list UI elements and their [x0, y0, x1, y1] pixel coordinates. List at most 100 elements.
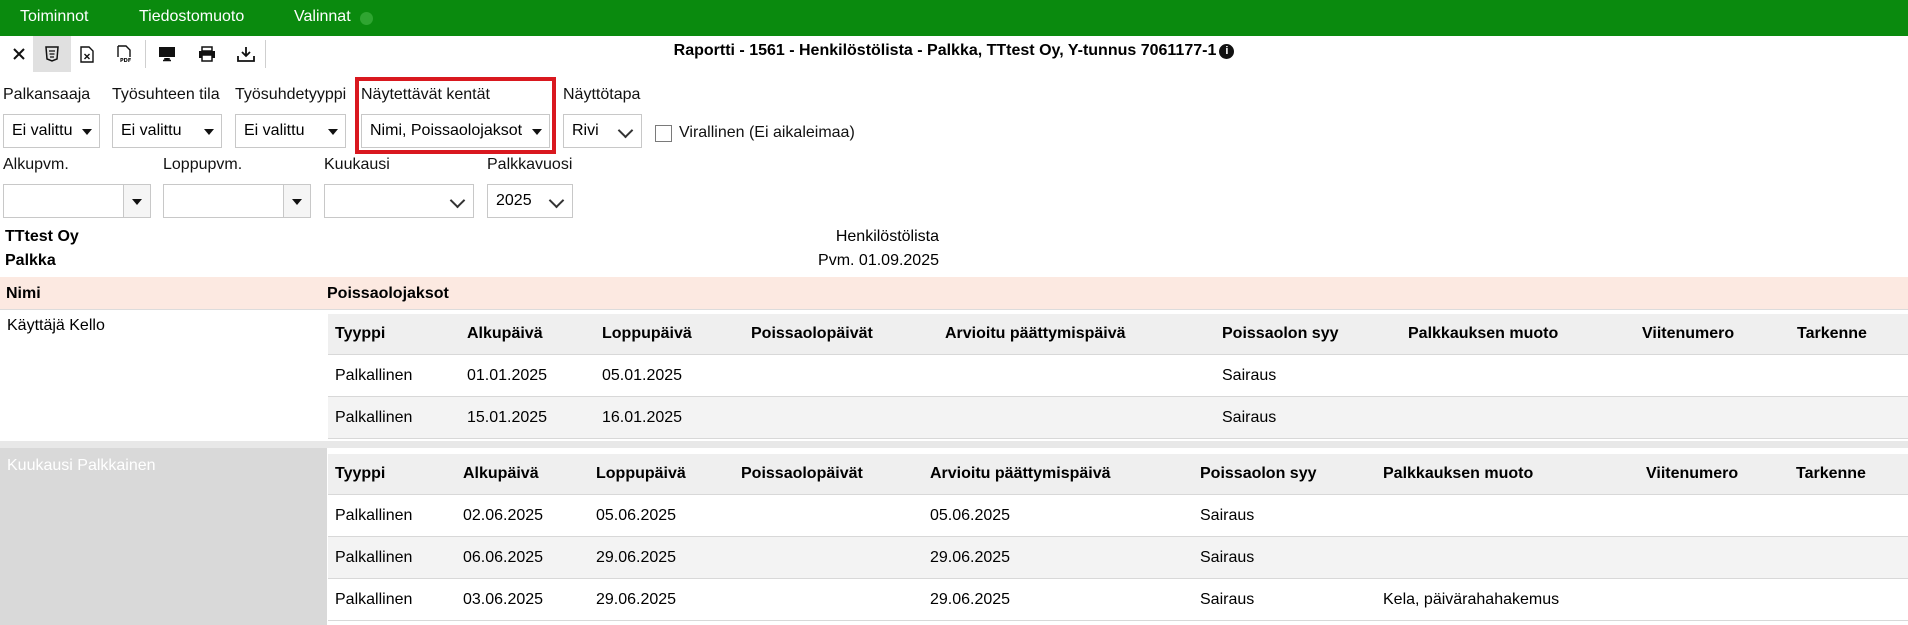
cell: 06.06.2025	[456, 536, 589, 579]
cell	[1639, 536, 1789, 579]
tyosuhdetyyppi-value: Ei valittu	[244, 122, 305, 139]
tyosuhteen-tila-label: Työsuhteen tila	[112, 86, 220, 103]
kuukausi-select[interactable]	[324, 184, 474, 218]
company-name: TTtest Oy	[5, 228, 79, 245]
cell	[1635, 396, 1790, 439]
th-poissaolon-syy: Poissaolon syy	[1215, 314, 1401, 355]
table-row: Palkallinen 03.06.2025 29.06.2025 29.06.…	[328, 579, 1908, 621]
cell	[1789, 495, 1908, 537]
palkansaaja-label: Palkansaaja	[3, 86, 91, 103]
divider	[0, 441, 1908, 448]
cell	[1790, 396, 1908, 439]
cell	[734, 536, 923, 579]
cell	[1789, 536, 1908, 579]
cell: 03.06.2025	[463, 590, 544, 608]
virallinen-checkbox[interactable]	[655, 125, 672, 142]
palkkavuosi-label: Palkkavuosi	[487, 156, 573, 173]
cell	[1401, 396, 1635, 439]
cell	[938, 355, 1215, 397]
th-viitenumero: Viitenumero	[1639, 454, 1789, 495]
col-header-poissaolojaksot: Poissaolojaksot	[327, 285, 449, 302]
loppupvm-input[interactable]	[163, 184, 311, 218]
report-date: Pvm. 01.09.2025	[818, 252, 939, 269]
cell: Palkallinen	[335, 506, 413, 524]
status-dot-icon	[360, 12, 373, 25]
menu-toiminnot[interactable]: Toiminnot	[20, 8, 88, 26]
cell: Palkallinen	[335, 366, 413, 384]
cell	[1639, 579, 1789, 621]
loppupvm-dropdown-button[interactable]	[283, 185, 310, 217]
absence-table: Tyyppi Alkupäivä Loppupäivä Poissaolopäi…	[328, 454, 1908, 621]
info-icon[interactable]: i	[1219, 44, 1235, 59]
cell: 29.06.2025	[930, 590, 1011, 608]
alkupvm-dropdown-button[interactable]	[123, 185, 150, 217]
nayttotapa-value: Rivi	[572, 122, 599, 139]
cell: 05.06.2025	[930, 506, 1011, 524]
th-poissaolon-syy: Poissaolon syy	[1193, 454, 1376, 495]
th-arvioitu-paattymispaiva: Arvioitu päättymispäivä	[938, 314, 1215, 355]
table-row: Palkallinen 15.01.2025 16.01.2025 Sairau…	[328, 396, 1908, 439]
cell: 29.06.2025	[596, 590, 677, 608]
cell: Palkallinen	[335, 590, 413, 608]
th-viitenumero: Viitenumero	[1635, 314, 1790, 355]
highlight-box	[355, 77, 556, 154]
th-tarkenne: Tarkenne	[1790, 314, 1908, 355]
report-subtitle: Palkka	[5, 252, 56, 269]
cell: Palkallinen	[328, 396, 460, 439]
th-poissaolopaivat: Poissaolopäivät	[744, 314, 938, 355]
palkansaaja-select[interactable]: Ei valittu	[3, 114, 100, 148]
report-header-row: Nimi Poissaolojaksot	[0, 277, 1908, 310]
cell: 02.06.2025	[463, 506, 544, 524]
th-palkkauksen-muoto: Palkkauksen muoto	[1376, 454, 1639, 495]
palkkavuosi-select[interactable]: 2025	[487, 184, 573, 218]
cell: Sairaus	[1200, 506, 1255, 524]
tyosuhdetyyppi-select[interactable]: Ei valittu	[235, 114, 346, 148]
caret-down-icon	[82, 129, 92, 135]
cell: 16.01.2025	[595, 396, 744, 439]
nayttotapa-select[interactable]: Rivi	[563, 114, 642, 148]
caret-down-icon	[328, 129, 338, 135]
palkansaaja-value: Ei valittu	[12, 122, 73, 139]
caret-down-icon	[132, 199, 142, 205]
absence-table: Tyyppi Alkupäivä Loppupäivä Poissaolopäi…	[328, 314, 1908, 439]
cell: Sairaus	[1222, 366, 1277, 384]
cell: 01.01.2025	[467, 366, 548, 384]
table-row: Palkallinen 06.06.2025 29.06.2025 29.06.…	[328, 536, 1908, 579]
th-tyyppi: Tyyppi	[328, 454, 456, 495]
cell: Sairaus	[1215, 396, 1401, 439]
tyosuhteen-tila-select[interactable]: Ei valittu	[112, 114, 222, 148]
tyosuhteen-tila-value: Ei valittu	[121, 122, 182, 139]
cell	[1790, 355, 1908, 397]
menu-tiedostomuoto[interactable]: Tiedostomuoto	[139, 8, 244, 26]
cell	[1376, 536, 1639, 579]
table-row: Palkallinen 01.01.2025 05.01.2025 Sairau…	[328, 355, 1908, 397]
alkupvm-label: Alkupvm.	[3, 156, 69, 173]
employee-name-cell: Kuukausi Palkkainen	[0, 448, 327, 625]
cell: Kela, päivärahahakemus	[1383, 590, 1560, 608]
report-title: Raportti - 1561 - Henkilöstölista - Palk…	[0, 42, 1908, 60]
th-palkkauksen-muoto: Palkkauksen muoto	[1401, 314, 1635, 355]
cell: 15.01.2025	[460, 396, 595, 439]
employee-name: Käyttäjä Kello	[7, 317, 105, 334]
cell	[1376, 495, 1639, 537]
employee-name: Kuukausi Palkkainen	[7, 457, 156, 474]
loppupvm-label: Loppupvm.	[163, 156, 243, 173]
cell: Sairaus	[1193, 536, 1376, 579]
th-alkupaiva: Alkupäivä	[456, 454, 589, 495]
th-loppupaiva: Loppupäivä	[589, 454, 734, 495]
table-header-row: Tyyppi Alkupäivä Loppupäivä Poissaolopäi…	[328, 314, 1908, 355]
cell: Palkallinen	[328, 536, 456, 579]
cell: Sairaus	[1200, 590, 1255, 608]
cell	[734, 495, 923, 537]
cell	[744, 396, 938, 439]
alkupvm-input[interactable]	[3, 184, 151, 218]
list-name: Henkilöstölista	[835, 228, 939, 245]
th-loppupaiva: Loppupäivä	[595, 314, 744, 355]
th-tarkenne: Tarkenne	[1789, 454, 1908, 495]
caret-down-icon	[292, 199, 302, 205]
th-tyyppi: Tyyppi	[328, 314, 460, 355]
cell	[734, 579, 923, 621]
cell: 05.06.2025	[596, 506, 677, 524]
col-header-nimi: Nimi	[6, 285, 41, 302]
menu-valinnat[interactable]: Valinnat	[294, 8, 351, 26]
